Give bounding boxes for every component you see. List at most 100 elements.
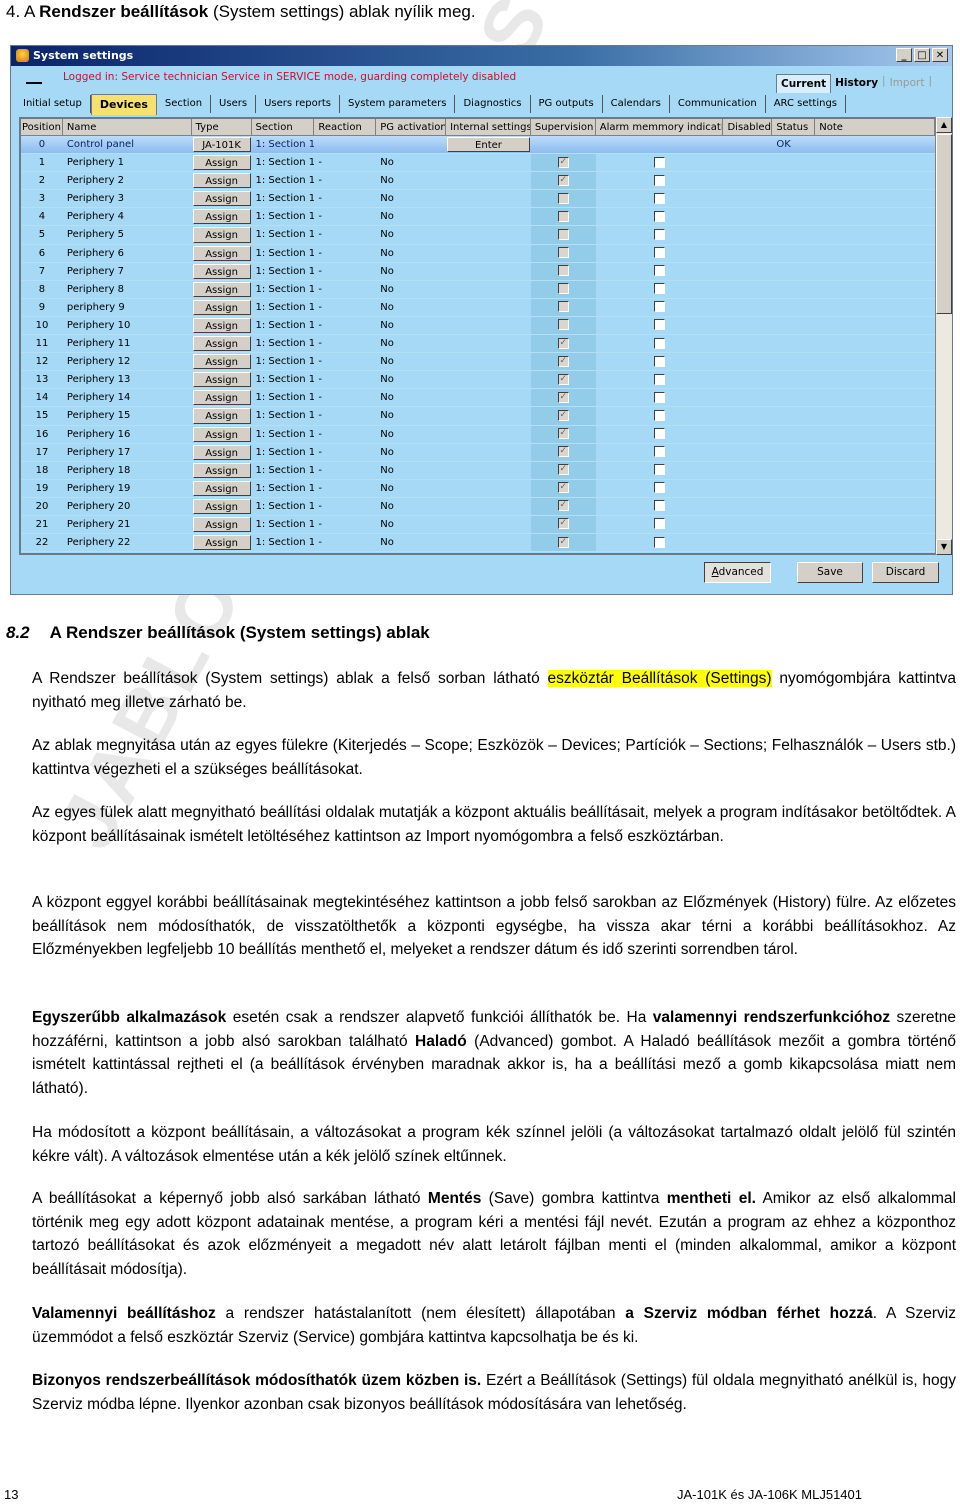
tab-arc-settings[interactable]: ARC settings bbox=[766, 95, 847, 113]
table-row[interactable]: 22 Periphery 22 Assign 1: Section 1- No ✓ bbox=[21, 534, 935, 553]
alarm-memory-checkbox[interactable] bbox=[654, 319, 666, 331]
assign-button[interactable]: Assign bbox=[192, 462, 251, 478]
scroll-down-icon[interactable]: ▼ bbox=[936, 539, 952, 555]
tab-import[interactable]: Import bbox=[886, 74, 929, 92]
vertical-scrollbar[interactable]: ▲ ▼ bbox=[935, 117, 952, 555]
table-row[interactable]: 3 Periphery 3 Assign 1: Section 1- No bbox=[21, 190, 935, 209]
column-header[interactable]: Supervision bbox=[530, 119, 596, 136]
assign-button[interactable]: Assign bbox=[192, 354, 251, 370]
assign-button[interactable]: Assign bbox=[192, 209, 251, 225]
supervision-checkbox[interactable] bbox=[557, 265, 569, 277]
table-row[interactable]: 13 Periphery 13 Assign 1: Section 1- No ✓ bbox=[21, 371, 935, 390]
alarm-memory-checkbox[interactable] bbox=[654, 355, 666, 367]
supervision-checkbox[interactable] bbox=[557, 192, 569, 204]
enter-button[interactable]: Enter bbox=[447, 137, 530, 153]
supervision-checkbox[interactable] bbox=[557, 319, 569, 331]
assign-button[interactable]: Assign bbox=[192, 390, 251, 406]
table-row[interactable]: 2 Periphery 2 Assign 1: Section 1- No ✓ bbox=[21, 172, 935, 191]
table-row[interactable]: 12 Periphery 12 Assign 1: Section 1- No ✓ bbox=[21, 353, 935, 372]
alarm-memory-checkbox[interactable] bbox=[654, 391, 666, 403]
column-header[interactable]: Section bbox=[251, 119, 315, 136]
maximize-button[interactable]: □ bbox=[914, 48, 930, 62]
tab-history[interactable]: History bbox=[831, 74, 882, 92]
alarm-memory-checkbox[interactable] bbox=[654, 536, 666, 548]
column-header[interactable]: Status bbox=[772, 119, 816, 136]
assign-button[interactable]: Assign bbox=[192, 317, 251, 334]
device-type-button[interactable]: JA-101K bbox=[192, 137, 251, 153]
alarm-memory-checkbox[interactable] bbox=[654, 265, 666, 277]
alarm-memory-checkbox[interactable] bbox=[654, 373, 666, 385]
table-row[interactable]: 21 Periphery 21 Assign 1: Section 1- No ✓ bbox=[21, 515, 935, 535]
table-row[interactable]: 20 Periphery 20 Assign 1: Section 1- No ✓ bbox=[21, 497, 935, 516]
table-row[interactable]: 19 Periphery 19 Assign 1: Section 1- No ✓ bbox=[21, 479, 935, 498]
alarm-memory-checkbox[interactable] bbox=[654, 247, 666, 259]
tab-calendars[interactable]: Calendars bbox=[603, 95, 670, 113]
table-row[interactable]: 14 Periphery 14 Assign 1: Section 1- No ✓ bbox=[21, 389, 935, 408]
alarm-memory-checkbox[interactable] bbox=[654, 192, 666, 204]
window-titlebar[interactable]: System settings _ □ ✕ bbox=[11, 46, 952, 66]
supervision-checkbox[interactable]: ✓ bbox=[557, 355, 569, 367]
close-button[interactable]: ✕ bbox=[932, 48, 948, 62]
assign-button[interactable]: Assign bbox=[192, 498, 251, 514]
supervision-checkbox[interactable]: ✓ bbox=[557, 464, 569, 476]
supervision-checkbox[interactable]: ✓ bbox=[557, 337, 569, 349]
save-button[interactable]: Save bbox=[797, 562, 863, 583]
table-row[interactable]: 10 Periphery 10 Assign 1: Section 1- No bbox=[21, 316, 935, 336]
supervision-checkbox[interactable]: ✓ bbox=[557, 373, 569, 385]
supervision-checkbox[interactable]: ✓ bbox=[557, 428, 569, 439]
assign-button[interactable]: Assign bbox=[192, 372, 251, 388]
alarm-memory-checkbox[interactable] bbox=[654, 446, 666, 458]
assign-button[interactable]: Assign bbox=[192, 480, 251, 496]
column-header[interactable]: Note bbox=[815, 119, 935, 136]
minimize-panel-icon[interactable] bbox=[26, 82, 42, 84]
assign-button[interactable]: Assign bbox=[192, 444, 251, 460]
tab-users-reports[interactable]: Users reports bbox=[256, 95, 340, 113]
supervision-checkbox[interactable]: ✓ bbox=[557, 518, 569, 530]
supervision-checkbox[interactable]: ✓ bbox=[557, 536, 569, 548]
supervision-checkbox[interactable] bbox=[557, 301, 569, 313]
tab-section[interactable]: Section bbox=[157, 95, 212, 113]
table-row[interactable]: 17 Periphery 17 Assign 1: Section 1- No ✓ bbox=[21, 443, 935, 462]
table-row[interactable]: 18 Periphery 18 Assign 1: Section 1- No ✓ bbox=[21, 461, 935, 480]
table-row[interactable]: 11 Periphery 11 Assign 1: Section 1- No ✓ bbox=[21, 335, 935, 354]
column-header[interactable]: Position bbox=[21, 119, 63, 136]
column-header[interactable]: PG activation bbox=[376, 119, 447, 136]
alarm-memory-checkbox[interactable] bbox=[654, 500, 666, 512]
supervision-checkbox[interactable] bbox=[557, 247, 569, 259]
supervision-checkbox[interactable]: ✓ bbox=[557, 391, 569, 403]
tab-pg-outputs[interactable]: PG outputs bbox=[531, 95, 603, 113]
tab-system-parameters[interactable]: System parameters bbox=[340, 95, 456, 113]
assign-button[interactable]: Assign bbox=[192, 191, 251, 207]
supervision-checkbox[interactable] bbox=[557, 228, 569, 240]
tab-devices[interactable]: Devices bbox=[90, 94, 157, 115]
tab-current[interactable]: Current bbox=[775, 74, 832, 93]
alarm-memory-checkbox[interactable] bbox=[654, 482, 666, 494]
supervision-checkbox[interactable]: ✓ bbox=[557, 446, 569, 458]
tab-communication[interactable]: Communication bbox=[670, 95, 766, 113]
scrollbar-thumb[interactable] bbox=[936, 134, 952, 314]
alarm-memory-checkbox[interactable] bbox=[654, 428, 666, 439]
alarm-memory-checkbox[interactable] bbox=[654, 174, 666, 186]
alarm-memory-checkbox[interactable] bbox=[654, 210, 666, 222]
discard-button[interactable]: Discard bbox=[872, 562, 939, 583]
column-header[interactable]: Disabled bbox=[723, 119, 773, 136]
column-header[interactable]: Internal settings bbox=[446, 119, 531, 136]
supervision-checkbox[interactable]: ✓ bbox=[557, 409, 569, 421]
alarm-memory-checkbox[interactable] bbox=[654, 228, 666, 240]
assign-button[interactable]: Assign bbox=[192, 336, 251, 352]
table-row[interactable]: 6 Periphery 6 Assign 1: Section 1- No bbox=[21, 244, 935, 263]
assign-button[interactable]: Assign bbox=[192, 173, 251, 189]
assign-button[interactable]: Assign bbox=[192, 155, 251, 171]
table-row[interactable]: 8 Periphery 8 Assign 1: Section 1- No bbox=[21, 280, 935, 299]
supervision-checkbox[interactable]: ✓ bbox=[557, 482, 569, 494]
supervision-checkbox[interactable] bbox=[557, 210, 569, 222]
assign-button[interactable]: Assign bbox=[192, 263, 251, 279]
assign-button[interactable]: Assign bbox=[192, 281, 251, 297]
assign-button[interactable]: Assign bbox=[192, 535, 251, 551]
table-row[interactable]: 0 Control panel JA-101K 1: Section 1 Enter OK bbox=[21, 136, 935, 155]
table-row[interactable]: 16 Periphery 16 Assign 1: Section 1- No ✓ bbox=[21, 425, 935, 444]
column-header[interactable]: Reaction bbox=[314, 119, 377, 136]
assign-button[interactable]: Assign bbox=[192, 227, 251, 243]
alarm-memory-checkbox[interactable] bbox=[654, 409, 666, 421]
alarm-memory-checkbox[interactable] bbox=[654, 518, 666, 530]
